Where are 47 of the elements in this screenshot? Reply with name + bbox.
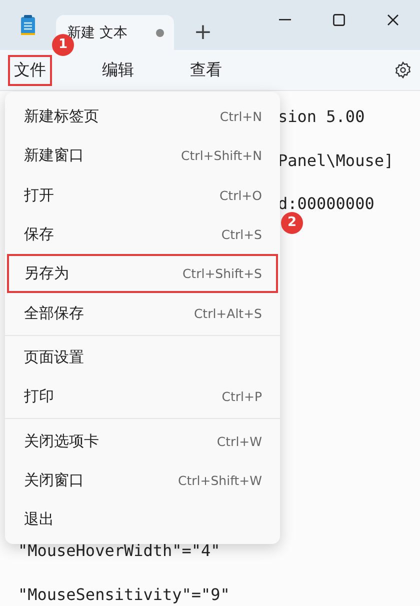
menu-option[interactable]: 新建标签页 Ctrl+N <box>7 97 278 136</box>
shortcut-text: Ctrl+S <box>221 227 262 242</box>
shortcut-text: Ctrl+Alt+S <box>194 306 262 321</box>
menu-option[interactable]: 新建窗口 Ctrl+Shift+N <box>7 136 278 176</box>
shortcut-text: Ctrl+Shift+S <box>182 266 262 282</box>
code-line: d:00000000 <box>278 194 374 213</box>
shortcut-text: Ctrl+O <box>219 188 262 203</box>
menu-item[interactable]: 文件 <box>8 54 52 86</box>
new-tab-button[interactable]: + <box>174 15 232 50</box>
shortcut-text: Ctrl+Shift+W <box>178 472 262 488</box>
shortcut-text: Ctrl+P <box>222 389 262 404</box>
menu-option[interactable]: 退出 <box>7 500 278 540</box>
menu-option[interactable]: 页面设置 <box>7 338 278 378</box>
option-label: 全部保存 <box>24 304 84 323</box>
step-badge: 2 <box>281 212 303 234</box>
option-label: 关闭窗口 <box>24 470 84 490</box>
code-line: sion 5.00 <box>278 107 365 126</box>
menu-option[interactable]: 关闭窗口 Ctrl+Shift+W <box>7 460 278 500</box>
option-label: 打印 <box>24 387 54 406</box>
option-label: 另存为 <box>24 264 69 284</box>
option-label: 关闭选项卡 <box>24 432 99 451</box>
code-line: "MouseSensitivity"="9" <box>18 585 230 604</box>
menu-option[interactable]: 全部保存 Ctrl+Alt+S <box>7 293 278 333</box>
option-label: 退出 <box>24 510 54 530</box>
menu-option[interactable]: 另存为 Ctrl+Shift+S <box>7 254 278 294</box>
option-label: 新建标签页 <box>24 107 99 126</box>
menu-option[interactable]: 打开 Ctrl+O <box>7 176 278 215</box>
shortcut-text: Ctrl+Shift+N <box>181 148 262 164</box>
code-line: Panel\Mouse] <box>278 150 394 170</box>
option-label: 打开 <box>24 186 54 205</box>
settings-icon[interactable] <box>394 61 412 79</box>
option-label: 保存 <box>24 225 54 244</box>
option-label: 页面设置 <box>24 348 84 367</box>
menu-item[interactable]: 编辑 <box>96 54 140 86</box>
unsaved-dot <box>156 28 164 36</box>
menu-option[interactable]: 打印 Ctrl+P <box>7 377 278 416</box>
menu-option[interactable]: 关闭选项卡 Ctrl+W <box>7 421 278 461</box>
shortcut-text: Ctrl+W <box>216 434 262 449</box>
notepad-icon <box>20 14 36 36</box>
menu-option[interactable]: 保存 Ctrl+S <box>7 214 278 254</box>
menu-item[interactable]: 查看 <box>184 54 228 86</box>
minimize-icon <box>279 19 291 21</box>
option-label: 新建窗口 <box>24 146 84 166</box>
close-icon <box>387 14 399 26</box>
maximize-icon <box>333 14 345 26</box>
code-line: "MouseHoverWidth"="4" <box>18 541 220 560</box>
shortcut-text: Ctrl+N <box>220 109 262 124</box>
